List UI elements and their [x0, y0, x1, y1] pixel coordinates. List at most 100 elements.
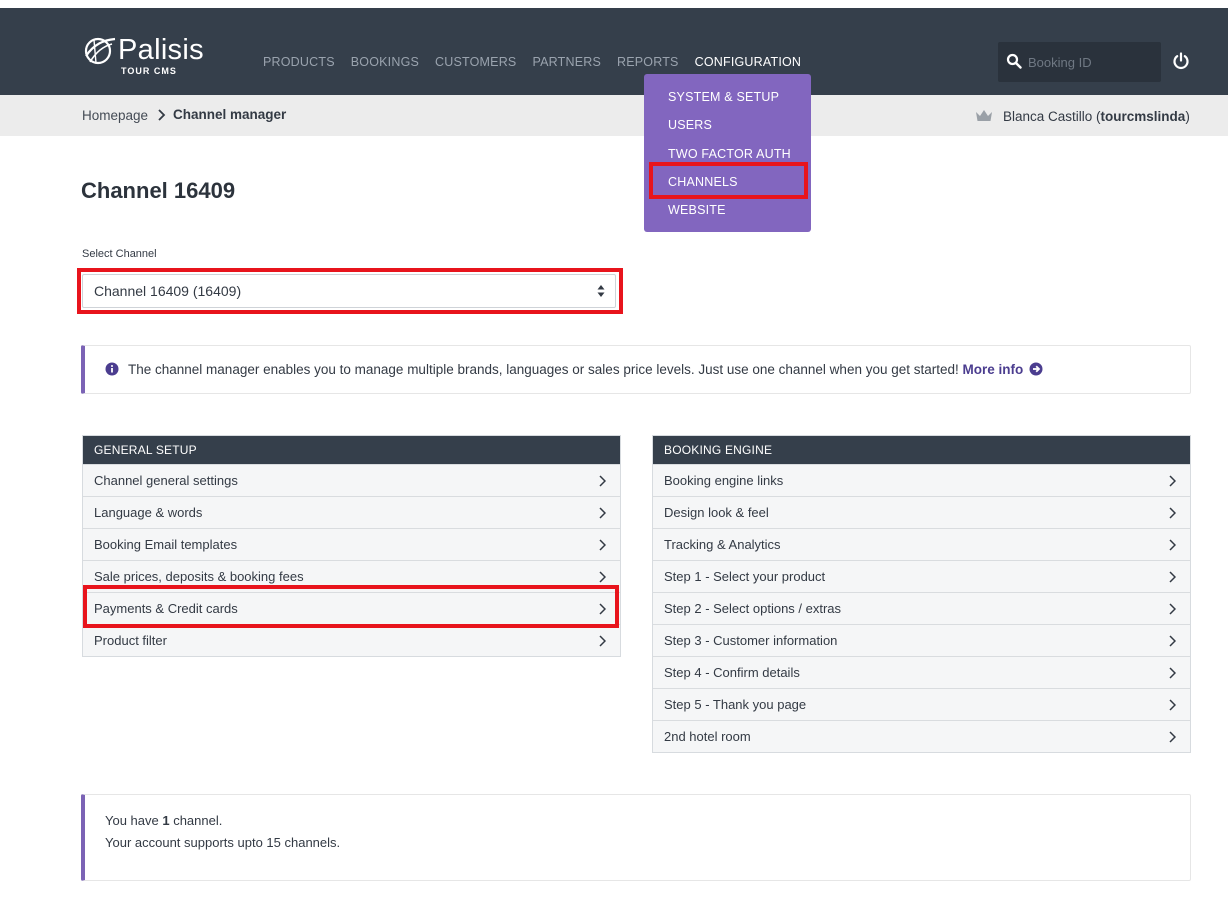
user-username: tourcmslinda — [1100, 109, 1186, 124]
row-booking-engine-links[interactable]: Booking engine links — [653, 464, 1190, 496]
row-label: Booking Email templates — [94, 537, 238, 552]
row-design-look-feel[interactable]: Design look & feel — [653, 496, 1190, 528]
select-channel-label: Select Channel — [82, 248, 157, 260]
row-label: Step 5 - Thank you page — [664, 697, 807, 712]
row-label: Step 3 - Customer information — [664, 633, 838, 648]
row-label: Design look & feel — [664, 505, 769, 520]
row-product-filter[interactable]: Product filter — [83, 624, 620, 656]
menu-item-two-factor-auth[interactable]: TWO FACTOR AUTH — [668, 147, 791, 161]
row-label: Payments & Credit cards — [94, 601, 238, 616]
breadcrumb-current: Channel manager — [173, 107, 287, 122]
channel-count-text: You have 1 channel. — [105, 813, 222, 828]
channel-manager-notice: The channel manager enables you to manag… — [81, 345, 1191, 394]
booking-id-input[interactable] — [1028, 42, 1156, 82]
page-title: Channel 16409 — [81, 178, 236, 203]
row-booking-email-templates[interactable]: Booking Email templates — [83, 528, 620, 560]
arrow-circle-right-icon — [1029, 362, 1043, 376]
user-name: Blanca Castillo — [1003, 109, 1093, 124]
chevron-right-icon — [599, 571, 606, 583]
power-icon[interactable] — [1172, 52, 1190, 70]
general-setup-panel: GENERAL SETUP Channel general settings L… — [82, 435, 621, 657]
chevron-right-icon — [158, 109, 166, 121]
channel-select[interactable]: Channel 16409 (16409) — [82, 274, 616, 308]
channel-count-notice: You have 1 channel. Your account support… — [81, 794, 1191, 881]
nav-configuration[interactable]: CONFIGURATION — [695, 55, 802, 69]
row-2nd-hotel-room[interactable]: 2nd hotel room — [653, 720, 1190, 752]
row-label: Booking engine links — [664, 473, 784, 488]
row-label: Step 2 - Select options / extras — [664, 601, 842, 616]
row-label: Channel general settings — [94, 473, 238, 488]
row-channel-general-settings[interactable]: Channel general settings — [83, 464, 620, 496]
globe-swoosh-icon — [84, 37, 116, 65]
booking-engine-panel: BOOKING ENGINE Booking engine links Desi… — [652, 435, 1191, 753]
chevron-right-icon — [599, 507, 606, 519]
chevron-right-icon — [1169, 571, 1176, 583]
chevron-right-icon — [1169, 667, 1176, 679]
more-info-label: More info — [962, 362, 1024, 377]
top-margin — [0, 0, 1228, 8]
chevron-right-icon — [1169, 635, 1176, 647]
chevron-right-icon — [1169, 507, 1176, 519]
notice-text: The channel manager enables you to manag… — [128, 362, 1043, 377]
user-close-paren: ) — [1185, 109, 1190, 124]
top-navbar: Palisis TOUR CMS PRODUCTS BOOKINGS CUSTO… — [0, 8, 1228, 95]
breadcrumb-home-link[interactable]: Homepage — [82, 108, 148, 123]
chevron-right-icon — [1169, 603, 1176, 615]
main-nav: PRODUCTS BOOKINGS CUSTOMERS PARTNERS REP… — [263, 55, 817, 69]
row-step-1[interactable]: Step 1 - Select your product — [653, 560, 1190, 592]
chevron-right-icon — [599, 603, 606, 615]
brand-subtitle: TOUR CMS — [121, 66, 177, 76]
row-label: 2nd hotel room — [664, 729, 751, 744]
channel-select-value: Channel 16409 (16409) — [94, 283, 242, 299]
user-open-paren: ( — [1092, 109, 1101, 124]
row-step-3[interactable]: Step 3 - Customer information — [653, 624, 1190, 656]
info-icon — [105, 362, 119, 376]
notice-message: The channel manager enables you to manag… — [128, 362, 959, 377]
row-payments-credit-cards[interactable]: Payments & Credit cards — [83, 592, 620, 624]
menu-item-system-setup[interactable]: SYSTEM & SETUP — [668, 90, 779, 104]
menu-item-channels[interactable]: CHANNELS — [668, 175, 738, 189]
search-icon — [1006, 53, 1022, 69]
configuration-dropdown-menu: SYSTEM & SETUP USERS TWO FACTOR AUTH CHA… — [644, 74, 811, 232]
row-sale-prices[interactable]: Sale prices, deposits & booking fees — [83, 560, 620, 592]
chevron-right-icon — [1169, 539, 1176, 551]
menu-item-users[interactable]: USERS — [668, 118, 712, 132]
chevron-right-icon — [599, 635, 606, 647]
nav-reports[interactable]: REPORTS — [617, 55, 679, 69]
row-label: Sale prices, deposits & booking fees — [94, 569, 304, 584]
row-language-words[interactable]: Language & words — [83, 496, 620, 528]
row-step-2[interactable]: Step 2 - Select options / extras — [653, 592, 1190, 624]
row-label: Tracking & Analytics — [664, 537, 781, 552]
chevron-right-icon — [1169, 475, 1176, 487]
more-info-link[interactable]: More info — [963, 362, 1044, 377]
brand-name: Palisis — [118, 34, 204, 66]
nav-bookings[interactable]: BOOKINGS — [351, 55, 419, 69]
channel-count-suffix: channel. — [169, 813, 223, 828]
row-label: Language & words — [94, 505, 203, 520]
chevron-right-icon — [1169, 699, 1176, 711]
nav-partners[interactable]: PARTNERS — [532, 55, 601, 69]
sort-arrows-icon — [597, 285, 605, 297]
current-user[interactable]: Blanca Castillo (tourcmslinda) — [1003, 109, 1190, 124]
booking-search — [998, 42, 1161, 82]
crown-icon — [976, 110, 992, 121]
chevron-right-icon — [599, 475, 606, 487]
channel-count-prefix: You have — [105, 813, 163, 828]
nav-customers[interactable]: CUSTOMERS — [435, 55, 516, 69]
breadcrumb: Homepage Channel manager Blanca Castillo… — [0, 95, 1228, 136]
row-step-5[interactable]: Step 5 - Thank you page — [653, 688, 1190, 720]
channel-limit-text: Your account supports upto 15 channels. — [105, 835, 341, 850]
row-tracking-analytics[interactable]: Tracking & Analytics — [653, 528, 1190, 560]
row-label: Step 4 - Confirm details — [664, 665, 800, 680]
chevron-right-icon — [1169, 731, 1176, 743]
general-setup-title: GENERAL SETUP — [83, 436, 620, 464]
chevron-right-icon — [599, 539, 606, 551]
row-label: Product filter — [94, 633, 167, 648]
menu-item-website[interactable]: WEBSITE — [668, 203, 726, 217]
nav-products[interactable]: PRODUCTS — [263, 55, 335, 69]
channel-count-value: 1 — [162, 813, 170, 828]
row-label: Step 1 - Select your product — [664, 569, 826, 584]
booking-engine-title: BOOKING ENGINE — [653, 436, 1190, 464]
row-step-4[interactable]: Step 4 - Confirm details — [653, 656, 1190, 688]
brand-logo[interactable]: Palisis TOUR CMS — [82, 34, 212, 82]
